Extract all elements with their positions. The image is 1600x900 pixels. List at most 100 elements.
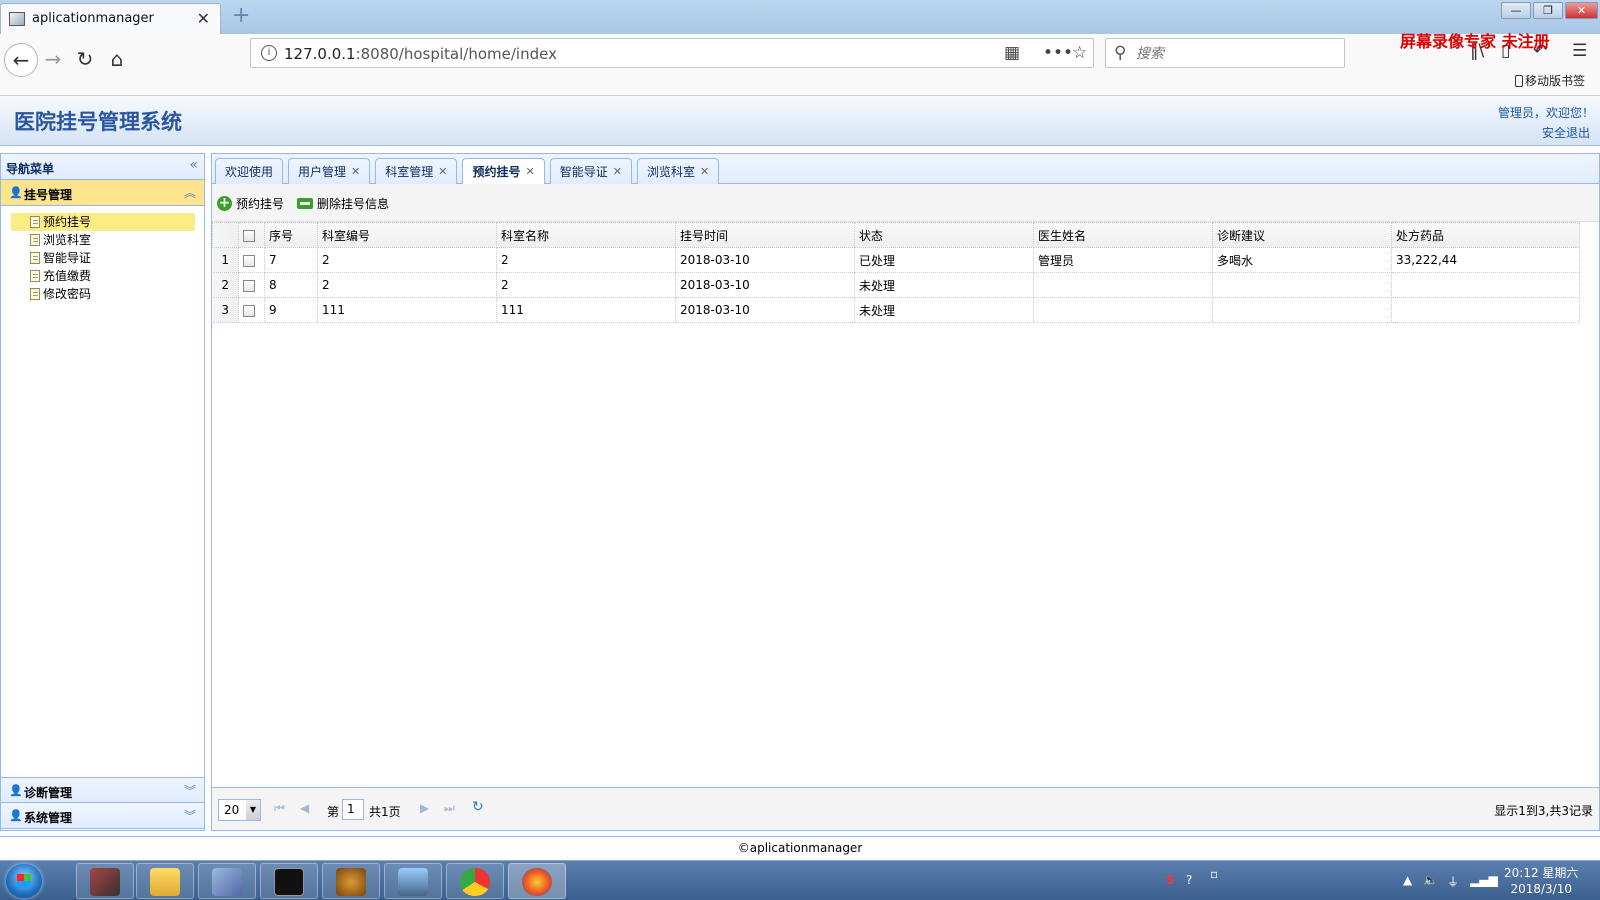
tab-user-management[interactable]: 用户管理 ✕ — [288, 158, 371, 184]
menu-icon[interactable]: ☰ — [1572, 41, 1587, 61]
search-input[interactable] — [1136, 44, 1336, 64]
accordion-label: 系统管理 — [24, 811, 73, 825]
close-window-icon[interactable]: ✕ — [1565, 2, 1598, 19]
accordion-diagnosis[interactable]: 👤 诊断管理 ︾ — [1, 777, 204, 803]
tab-department-management[interactable]: 科室管理 ✕ — [375, 158, 458, 184]
minimize-window-icon[interactable]: — — [1501, 2, 1531, 19]
tab-book-registration[interactable]: 预约挂号 ✕ — [462, 158, 545, 185]
column-header[interactable]: 状态 — [854, 222, 1034, 248]
nav-item-browse-departments[interactable]: 浏览科室 — [11, 231, 195, 249]
taskbar-app-dolphin[interactable] — [198, 863, 256, 899]
site-info-icon[interactable]: i — [261, 45, 277, 61]
new-tab-icon[interactable]: + — [232, 3, 250, 28]
mobile-bookmarks[interactable]: 移动版书签 — [1515, 72, 1585, 89]
chevron-down-icon[interactable]: ︾ — [184, 807, 196, 824]
document-icon — [30, 252, 40, 264]
taskbar-explorer[interactable] — [136, 863, 194, 899]
add-registration-button[interactable]: + 预约挂号 — [217, 195, 284, 212]
row-checkbox[interactable] — [243, 304, 255, 317]
chevron-up-icon[interactable]: ︽ — [184, 184, 196, 201]
nav-item-recharge[interactable]: 充值缴费 — [11, 267, 195, 285]
nav-item-book-registration[interactable]: 预约挂号 — [11, 213, 195, 231]
address-bar[interactable]: i 127.0.0.1:8080/hospital/home/index ▦ •… — [250, 38, 1094, 68]
forward-arrow-icon[interactable]: → — [36, 43, 70, 77]
nav-tree: 预约挂号 浏览科室 智能导证 充值缴费 修改密码 — [1, 206, 204, 303]
input-method-icon[interactable]: S — [1166, 873, 1175, 887]
nav-item-smart-guide[interactable]: 智能导证 — [11, 249, 195, 267]
url-text[interactable]: 127.0.0.1:8080/hospital/home/index — [284, 45, 557, 63]
restore-window-icon[interactable]: ❐ — [1533, 2, 1563, 19]
delete-registration-button[interactable]: 删除挂号信息 — [297, 195, 389, 212]
nav-item-change-password[interactable]: 修改密码 — [11, 285, 195, 303]
taskbar-ide[interactable] — [76, 863, 134, 899]
close-tab-icon[interactable]: ✕ — [700, 160, 709, 184]
qr-code-icon[interactable]: ▦ — [1004, 43, 1020, 63]
tab-browse-departments[interactable]: 浏览科室 ✕ — [636, 158, 720, 184]
chevron-down-icon[interactable]: ︾ — [184, 782, 196, 799]
close-tab-icon[interactable]: ✕ — [438, 160, 447, 184]
column-header[interactable]: 科室编号 — [317, 222, 497, 248]
dropdown-arrow-icon[interactable]: ▼ — [246, 800, 260, 820]
nav-item-label: 修改密码 — [43, 287, 92, 301]
taskbar-chrome[interactable] — [446, 863, 504, 899]
prev-page-icon[interactable]: ◀ — [300, 801, 309, 815]
taskbar-console[interactable] — [260, 863, 318, 899]
page-size-select[interactable]: 20 ▼ — [218, 799, 261, 821]
close-tab-icon[interactable]: ✕ — [351, 160, 360, 184]
tab-welcome[interactable]: 欢迎使用 — [215, 158, 284, 184]
taskbar-app-lion[interactable] — [322, 863, 380, 899]
image-viewer-icon — [398, 868, 428, 896]
first-page-icon[interactable]: ⏮ — [274, 801, 285, 816]
column-header[interactable]: 序号 — [264, 222, 318, 248]
column-header[interactable]: 医生姓名 — [1033, 222, 1213, 248]
column-header[interactable]: 科室名称 — [496, 222, 676, 248]
row-checkbox[interactable] — [243, 254, 255, 267]
next-page-icon[interactable]: ▶ — [420, 801, 429, 815]
column-header[interactable]: 挂号时间 — [675, 222, 855, 248]
help-icon[interactable]: ? — [1186, 873, 1192, 887]
more-actions-icon[interactable]: ••• — [1043, 43, 1073, 63]
table-cell: 111 — [317, 297, 497, 323]
browser-tab[interactable]: aplicationmanager ✕ — [0, 3, 221, 34]
os-taskbar: S ? ▫ ▲ 🔈 ⏚ ▂▄▆ 20:12 星期六 2018/3/10 — [0, 860, 1600, 900]
volume-icon[interactable]: 🔈 — [1423, 873, 1438, 887]
last-page-icon[interactable]: ⏭ — [444, 801, 455, 816]
start-menu-icon[interactable] — [6, 864, 42, 898]
column-header[interactable]: 处方药品 — [1391, 222, 1580, 248]
tab-smart-guide[interactable]: 智能导证 ✕ — [549, 158, 632, 184]
network-adapter-icon[interactable]: ⏚ — [1447, 873, 1459, 890]
back-arrow-icon[interactable]: ← — [4, 43, 38, 77]
bookmark-star-icon[interactable]: ☆ — [1072, 43, 1087, 63]
table-cell: 多喝水 — [1212, 247, 1392, 273]
minus-icon — [297, 198, 313, 209]
row-checkbox[interactable] — [243, 279, 255, 292]
logout-link[interactable]: 安全退出 — [1542, 124, 1590, 141]
tab-label: 预约挂号 — [472, 165, 521, 179]
collapse-panel-icon[interactable]: « — [189, 157, 198, 173]
system-clock[interactable]: 20:12 星期六 2018/3/10 — [1504, 865, 1578, 897]
accordion-system[interactable]: 👤 系统管理 ︾ — [1, 803, 204, 829]
taskbar-firefox[interactable] — [508, 863, 566, 899]
table-row[interactable]: 2 8 2 2 2018-03-10 未处理 — [212, 272, 1580, 298]
close-tab-icon[interactable]: ✕ — [526, 160, 535, 184]
column-header[interactable]: 诊断建议 — [1212, 222, 1392, 248]
table-row[interactable]: 3 9 111 111 2018-03-10 未处理 — [212, 297, 1580, 323]
search-box[interactable]: ⚲ — [1105, 38, 1345, 68]
close-tab-icon[interactable]: ✕ — [613, 160, 622, 184]
clock-date: 2018/3/10 — [1510, 882, 1572, 896]
close-tab-icon[interactable]: ✕ — [197, 9, 210, 28]
show-hidden-icons-icon[interactable]: ▲ — [1403, 873, 1412, 887]
app-footer: ©aplicationmanager — [0, 836, 1600, 860]
select-all-checkbox[interactable] — [243, 229, 255, 242]
table-cell: 2 — [317, 272, 497, 298]
table-row[interactable]: 1 7 2 2 2018-03-10 已处理 管理员 多喝水 33,222,44 — [212, 247, 1580, 273]
refresh-icon[interactable]: ↻ — [472, 799, 484, 815]
taskbar-image-viewer[interactable] — [384, 863, 442, 899]
signal-icon[interactable]: ▂▄▆ — [1470, 873, 1498, 887]
accordion-registration[interactable]: 👤 挂号管理 ︽ — [1, 180, 204, 206]
page-number-input[interactable]: 1 — [342, 799, 364, 820]
reload-icon[interactable]: ↻ — [68, 43, 102, 77]
tray-expand-icon[interactable]: ▫ — [1210, 867, 1218, 881]
document-icon — [30, 270, 40, 282]
home-icon[interactable]: ⌂ — [100, 43, 134, 77]
